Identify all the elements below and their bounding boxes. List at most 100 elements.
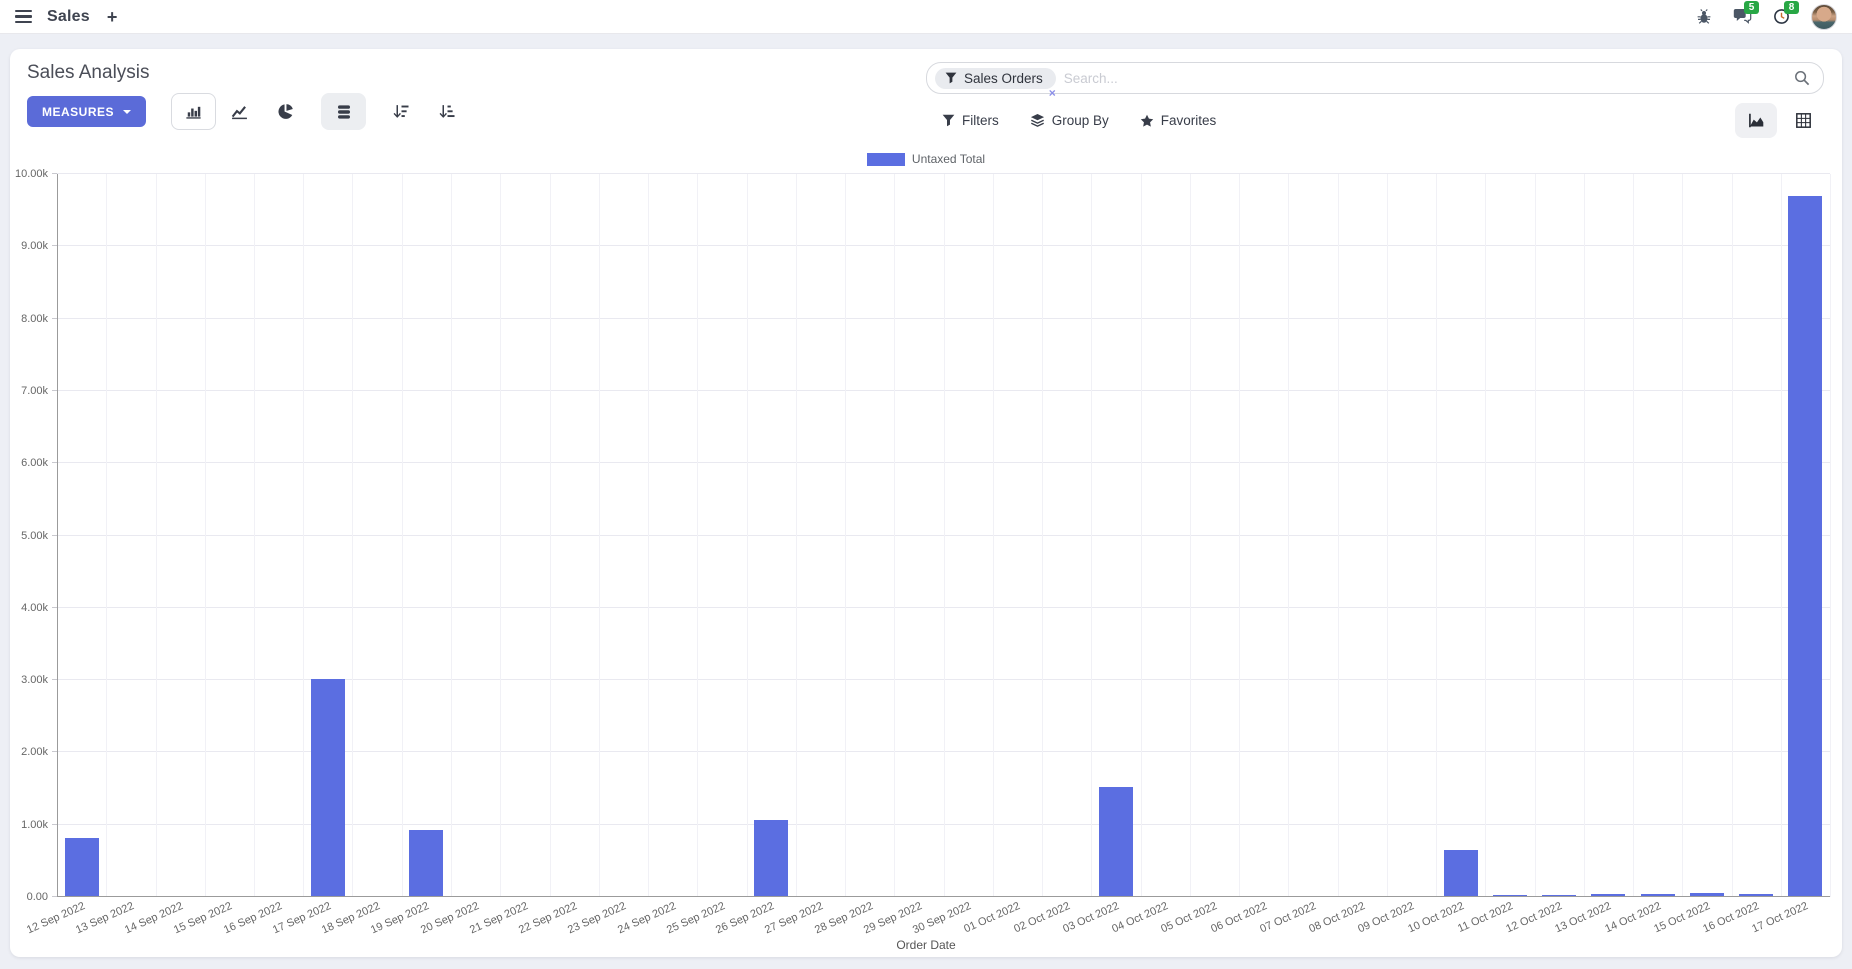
filters-button[interactable]: Filters bbox=[942, 113, 999, 128]
view-switcher bbox=[1735, 103, 1824, 138]
search-facet-sales-orders[interactable]: Sales Orders bbox=[935, 68, 1056, 89]
facet-remove-icon[interactable]: × bbox=[1049, 87, 1056, 99]
gridline-vertical bbox=[1091, 174, 1092, 897]
search-bar: Sales Orders × bbox=[926, 62, 1824, 94]
filters-label: Filters bbox=[962, 113, 999, 128]
bar-chart-plot: 0.001.00k2.00k3.00k4.00k5.00k6.00k7.00k8… bbox=[57, 174, 1830, 897]
gridline-vertical bbox=[1239, 174, 1240, 897]
line-chart-icon[interactable] bbox=[217, 93, 262, 130]
x-tick-label: 05 Oct 2022 bbox=[1160, 900, 1220, 935]
y-tick-label: 1.00k bbox=[21, 819, 48, 831]
apps-menu-icon[interactable] bbox=[15, 7, 32, 27]
sort-ascending-icon[interactable] bbox=[425, 93, 470, 130]
bar-10-oct-2022[interactable] bbox=[1444, 850, 1478, 897]
group-by-button[interactable]: Group By bbox=[1030, 113, 1109, 128]
bar-19-sep-2022[interactable] bbox=[409, 830, 443, 897]
search-input[interactable] bbox=[1056, 71, 1794, 86]
layers-icon bbox=[1030, 113, 1045, 128]
star-icon bbox=[1140, 114, 1154, 128]
x-axis-line bbox=[57, 896, 1830, 897]
bar-03-oct-2022[interactable] bbox=[1099, 787, 1133, 897]
plus-icon[interactable]: + bbox=[105, 8, 120, 26]
content-card: Sales Analysis MEASURES bbox=[10, 49, 1842, 957]
chart-legend[interactable]: Untaxed Total bbox=[10, 152, 1842, 166]
pivot-view-icon[interactable] bbox=[1782, 103, 1824, 138]
gridline-vertical bbox=[106, 174, 107, 897]
page-title: Sales Analysis bbox=[27, 62, 470, 84]
favorites-button[interactable]: Favorites bbox=[1140, 113, 1217, 128]
measures-label: MEASURES bbox=[42, 105, 114, 119]
y-tick-label: 0.00 bbox=[27, 891, 48, 903]
bar-17-sep-2022[interactable] bbox=[311, 679, 345, 897]
y-tick-label: 9.00k bbox=[21, 240, 48, 252]
gridline-vertical bbox=[500, 174, 501, 897]
graph-view-icon[interactable] bbox=[1735, 103, 1777, 138]
x-axis-title: Order Date bbox=[10, 938, 1842, 952]
gridline-vertical bbox=[402, 174, 403, 897]
gridline-vertical bbox=[1436, 174, 1437, 897]
bar-12-sep-2022[interactable] bbox=[65, 838, 99, 897]
search-options-row: Filters Group By Favorites bbox=[926, 103, 1824, 138]
y-axis-line bbox=[57, 174, 58, 897]
gridline-vertical bbox=[303, 174, 304, 897]
gridline-vertical bbox=[1338, 174, 1339, 897]
bar-26-sep-2022[interactable] bbox=[754, 820, 788, 897]
gridline-vertical bbox=[1682, 174, 1683, 897]
measures-button[interactable]: MEASURES bbox=[27, 96, 146, 127]
gridline-vertical bbox=[352, 174, 353, 897]
y-tick-label: 3.00k bbox=[21, 674, 48, 686]
gridline-vertical bbox=[1042, 174, 1043, 897]
x-tick-label: 02 Oct 2022 bbox=[1012, 900, 1072, 935]
y-tick-label: 10.00k bbox=[15, 168, 48, 180]
favorites-label: Favorites bbox=[1161, 113, 1217, 128]
control-panel: Sales Analysis MEASURES bbox=[10, 49, 1842, 140]
pie-chart-icon[interactable] bbox=[263, 93, 308, 130]
y-tick-label: 2.00k bbox=[21, 746, 48, 758]
gridline-vertical bbox=[697, 174, 698, 897]
x-tick-label: 13 Oct 2022 bbox=[1554, 900, 1614, 935]
legend-swatch bbox=[867, 153, 905, 166]
activities-badge: 8 bbox=[1784, 1, 1799, 14]
y-tick-label: 7.00k bbox=[21, 385, 48, 397]
bar-17-oct-2022[interactable] bbox=[1788, 196, 1822, 897]
y-tick-label: 4.00k bbox=[21, 602, 48, 614]
x-tick-label: 09 Oct 2022 bbox=[1357, 900, 1417, 935]
stacked-icon[interactable] bbox=[321, 93, 366, 130]
x-tick-label: 17 Oct 2022 bbox=[1751, 900, 1811, 935]
gridline-vertical bbox=[648, 174, 649, 897]
gridline-vertical bbox=[1190, 174, 1191, 897]
facet-label: Sales Orders bbox=[964, 71, 1043, 86]
gridline-vertical bbox=[1387, 174, 1388, 897]
gridline-vertical bbox=[944, 174, 945, 897]
x-tick-label: 06 Oct 2022 bbox=[1209, 900, 1269, 935]
filter-funnel-icon bbox=[945, 72, 957, 84]
messages-badge: 5 bbox=[1744, 1, 1759, 14]
sort-descending-icon[interactable] bbox=[379, 93, 424, 130]
gridline-vertical bbox=[1485, 174, 1486, 897]
gridline-vertical bbox=[1141, 174, 1142, 897]
gridline-vertical bbox=[1535, 174, 1536, 897]
y-tick-label: 8.00k bbox=[21, 313, 48, 325]
x-tick-label: 01 Oct 2022 bbox=[963, 900, 1023, 935]
caret-down-icon bbox=[123, 110, 131, 114]
app-name-sales[interactable]: Sales bbox=[47, 8, 90, 26]
gridline-vertical bbox=[550, 174, 551, 897]
debug-bug-icon[interactable] bbox=[1696, 9, 1712, 25]
group-by-label: Group By bbox=[1052, 113, 1109, 128]
filter-funnel-icon bbox=[942, 114, 955, 127]
gridline-vertical bbox=[1732, 174, 1733, 897]
gridline-vertical bbox=[747, 174, 748, 897]
top-navbar: Sales + 5 8 bbox=[0, 0, 1852, 34]
chart-type-toolbar bbox=[171, 93, 470, 130]
x-tick-label: 10 Oct 2022 bbox=[1406, 900, 1466, 935]
messages-icon[interactable]: 5 bbox=[1733, 8, 1752, 25]
activities-clock-icon[interactable]: 8 bbox=[1773, 8, 1790, 25]
user-avatar[interactable] bbox=[1811, 4, 1837, 30]
gridline-vertical bbox=[156, 174, 157, 897]
gridline-vertical bbox=[1781, 174, 1782, 897]
y-tick-label: 6.00k bbox=[21, 457, 48, 469]
bar-chart-icon[interactable] bbox=[171, 93, 216, 130]
gridline-vertical bbox=[845, 174, 846, 897]
gridline-vertical bbox=[254, 174, 255, 897]
search-icon[interactable] bbox=[1794, 70, 1810, 86]
